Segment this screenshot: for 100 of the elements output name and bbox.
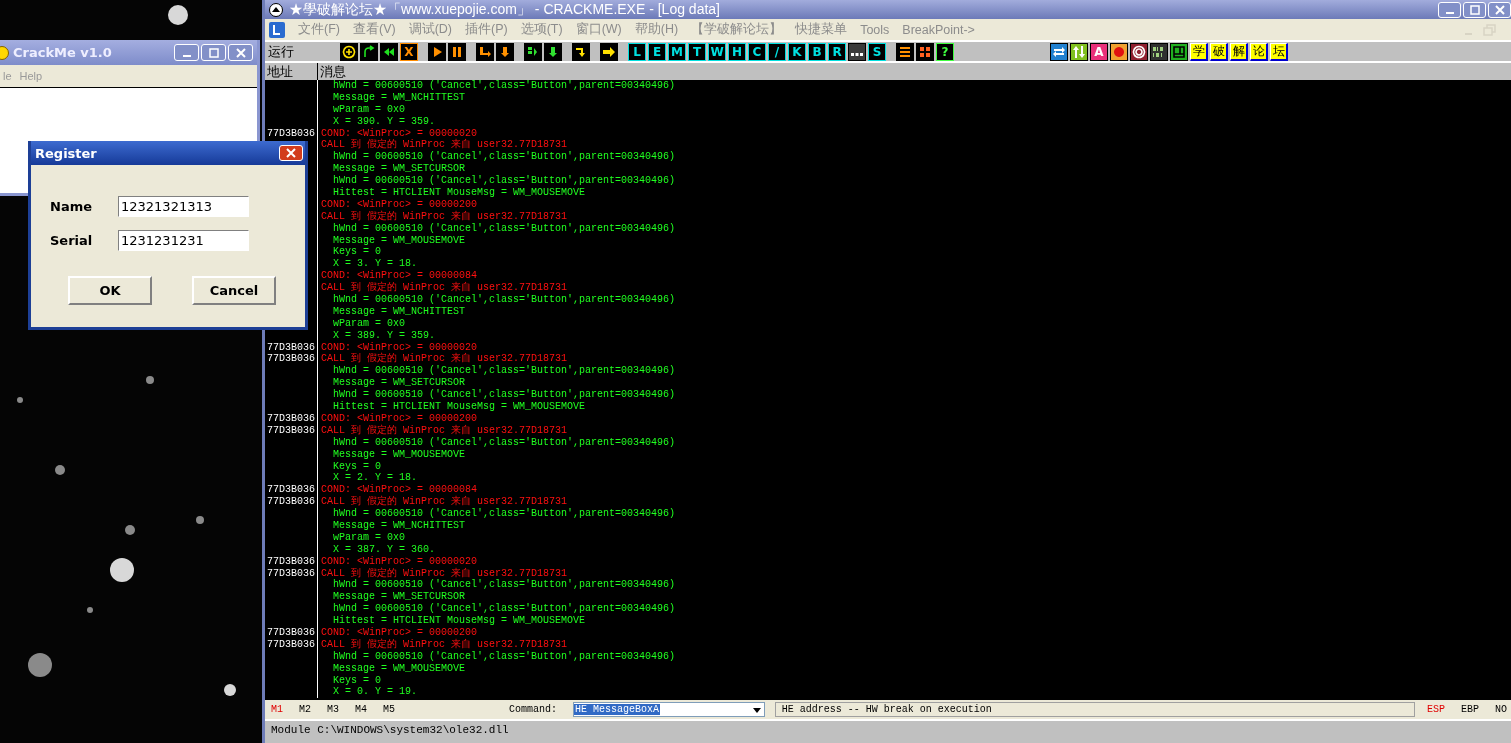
column-header: 消息 [319,62,346,80]
log-line: hWnd = 00600510 ('Cancel',class='Button',parent=00340496) [332,151,676,164]
toolbar-button[interactable]: / [768,42,786,61]
log-line: Hittest = HTCLIENT MouseMsg = WM_MOUSEMOVE [332,615,586,627]
marker-tab[interactable]: M1 [271,704,283,715]
toolbar-button[interactable] [572,42,590,61]
log-line: hWnd = 00600510 ('Cancel',class='Button',parent=00340496) [332,365,676,378]
toolbar-button[interactable] [916,42,934,61]
toolbar-button[interactable]: L [628,42,646,61]
toolbar-button[interactable]: 论 [1250,42,1268,61]
log-line: CALL 到 假定的 WinProc 来自 user32.77D18731 [320,353,568,365]
input-field[interactable]: 12321321313 [118,195,249,217]
command-field[interactable]: HE MessageBoxA [573,702,765,717]
app-icon [269,2,283,17]
log-line: X = 3. Y = 18. [332,258,417,270]
toolbar-button[interactable]: ? [936,42,954,61]
log-line: hWnd = 00600510 ('Cancel',class='Button',parent=00340496) [332,222,676,235]
toolbar-button[interactable]: B [808,42,826,61]
maximize-button[interactable] [201,44,226,61]
input-field[interactable]: 1231231231 [118,229,249,251]
log-line: hWnd = 00600510 ('Cancel',class='Button',parent=00340496) [332,175,676,187]
log-line: hWnd = 00600510 ('Cancel',class='Button',parent=00340496) [332,436,676,449]
toolbar-button[interactable] [1050,42,1068,61]
register-tab[interactable]: EBP [1460,704,1479,715]
toolbar-button[interactable]: 解 [1230,42,1248,61]
toolbar-button[interactable] [1130,42,1148,61]
address-cell: 77D3B036 [267,555,315,567]
window-title: ★學破解论坛★「www.xuepojie.com」 - CRACKME.EXE - [Log data] [289,0,720,19]
close-button[interactable] [279,145,303,161]
toolbar-button[interactable]: W [708,42,726,61]
toolbar-button[interactable] [1170,42,1188,61]
address-cell: 77D3B036 [267,638,315,650]
minimize-icon [182,54,191,57]
marker-tab[interactable]: M4 [355,704,368,715]
log-line: hWnd = 00600510 ('Cancel',class='Button',parent=00340496) [332,294,676,306]
toolbar-button[interactable]: S [868,42,886,61]
toolbar-button[interactable] [380,42,398,61]
toolbar-button[interactable]: R [828,42,846,61]
minimize-button[interactable] [1438,1,1461,18]
log-line: CALL 到 假定的 WinProc 来自 user32.77D18731 [320,139,568,151]
log-line: CALL 到 假定的 WinProc 来自 user32.77D18731 [320,567,568,579]
marker-tab[interactable]: M3 [327,704,340,715]
address-cell: 77D3B036 [267,341,315,353]
log-line: CALL 到 假定的 WinProc 来自 user32.77D18731 [320,424,568,437]
toolbar-button[interactable] [544,42,562,61]
log-line: Message = WM_MOUSEMOVE [332,448,466,461]
toolbar-button[interactable] [1110,42,1128,61]
log-line: COND: <WinProc> = 00000200 [320,198,478,210]
maximize-button[interactable] [1463,1,1486,18]
log-line: wParam = 0x0 [332,103,405,116]
log-line: hWnd = 00600510 ('Cancel',class='Button',parent=00340496) [332,579,676,592]
toolbar-button[interactable]: 学 [1190,42,1208,61]
toolbar-button[interactable] [848,42,866,61]
toolbar-button[interactable]: C [748,42,766,61]
register-tab[interactable]: NO [1495,704,1507,715]
toolbar-button[interactable]: K [788,42,806,61]
register-tab[interactable]: ESP [1426,704,1445,715]
address-cell: 77D3B036 [267,626,315,638]
toolbar-button[interactable] [428,42,446,61]
log-line: CALL 到 假定的 WinProc 来自 user32.77D18731 [320,210,568,223]
log-line: hWnd = 00600510 ('Cancel',class='Button',parent=00340496) [332,80,676,92]
log-line: CALL 到 假定的 WinProc 来自 user32.77D18731 [320,496,568,508]
toolbar-button[interactable] [1150,42,1168,61]
log-line: COND: <WinProc> = 00000020 [320,341,478,353]
dots-icon [849,43,865,60]
toolbar-button[interactable] [360,42,378,61]
curved-arrow-icon [361,43,377,60]
log-line: Message = WM_SETCURSOR [332,591,466,603]
toolbar-button[interactable]: 坛 [1270,42,1288,61]
toolbar-button[interactable]: H [728,42,746,61]
toolbar-button[interactable] [1070,42,1088,61]
marker-tab[interactable]: M2 [299,704,312,715]
toolbar-button[interactable]: 破 [1210,42,1228,61]
log-line: CALL 到 假定的 WinProc 来自 user32.77D18731 [320,282,568,294]
close-button[interactable] [1488,1,1511,18]
toolbar-button[interactable] [600,42,618,61]
toolbar-button[interactable]: T [688,42,706,61]
toolbar-button[interactable]: E [648,42,666,61]
maximize-icon [208,47,219,58]
address-cell: 77D3B036 [267,353,315,365]
toolbar-button[interactable]: A [1090,42,1108,61]
window-title: CrackMe v1.0 [13,45,112,60]
log-line: COND: <WinProc> = 00000020 [320,127,478,139]
close-button[interactable] [228,44,253,61]
toolbar-button[interactable] [524,42,542,61]
log-line: X = 389. Y = 359. [332,329,436,342]
toolbar-button[interactable]: X [400,42,418,61]
marker-tab[interactable]: M5 [383,704,396,715]
dialog-button[interactable]: OK [68,276,152,305]
toolbar-button[interactable] [496,42,514,61]
command-hint: HE address -- HW break on execution [774,702,1415,717]
toolbar-button[interactable] [476,42,494,61]
record-icon [1111,43,1127,60]
toolbar-button[interactable]: M [668,42,686,61]
toolbar-button[interactable] [896,42,914,61]
toolbar-button[interactable] [448,42,466,61]
dialog-title: Register [35,145,97,161]
dialog-button[interactable]: Cancel [192,276,276,305]
minimize-button[interactable] [174,44,199,61]
toolbar-button[interactable] [340,42,358,61]
